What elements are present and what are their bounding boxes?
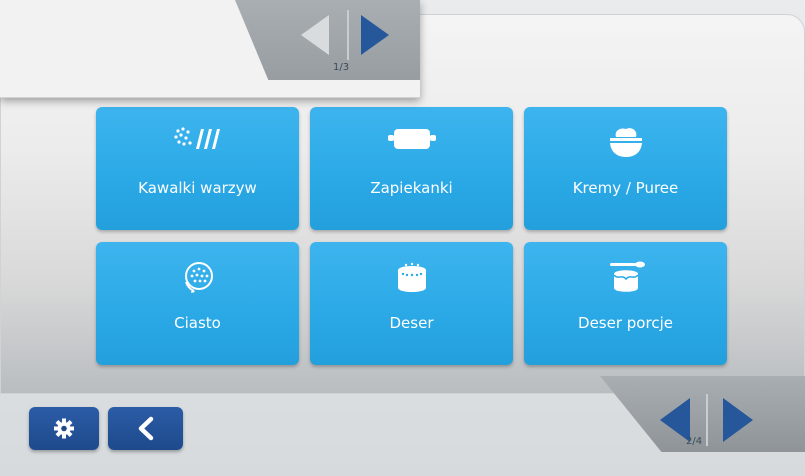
tile-label: Deser porcje xyxy=(578,314,673,332)
page-indicator: 2/4 xyxy=(686,436,703,447)
tile-kremy-puree[interactable]: Kremy / Puree xyxy=(524,107,727,230)
overlay-pager-divider xyxy=(347,10,349,60)
next-page-arrow-icon[interactable] xyxy=(723,398,753,442)
tile-zapiekanki[interactable]: Zapiekanki xyxy=(310,107,513,230)
dessert-portion-icon xyxy=(524,258,727,298)
vegetable-pieces-icon xyxy=(96,123,299,163)
tile-label: Kremy / Puree xyxy=(572,179,679,197)
category-grid: Kawalki warzyw Zapiekanki Kremy / Puree xyxy=(96,107,727,365)
back-chevron-icon xyxy=(138,416,154,441)
overlay-next-arrow-icon[interactable] xyxy=(361,15,389,55)
tile-deser[interactable]: Deser xyxy=(310,242,513,365)
tile-deser-porcje[interactable]: Deser porcje xyxy=(524,242,727,365)
settings-button[interactable] xyxy=(29,407,99,450)
page-navigator: 2/4 xyxy=(600,376,805,452)
cream-bowl-icon xyxy=(524,123,727,163)
gear-icon xyxy=(54,418,74,439)
tile-label: Kawalki warzyw xyxy=(138,179,257,197)
casserole-dish-icon xyxy=(310,123,513,163)
overlay-page-indicator: 1/3 xyxy=(333,62,350,73)
cake-slice-icon xyxy=(96,258,299,298)
tile-kawalki-warzyw[interactable]: Kawalki warzyw xyxy=(96,107,299,230)
pager-divider xyxy=(706,394,708,446)
tile-label: Deser xyxy=(389,314,434,332)
back-button[interactable] xyxy=(108,407,183,450)
overlay-previous-arrow-icon[interactable] xyxy=(301,15,329,55)
tile-ciasto[interactable]: Ciasto xyxy=(96,242,299,365)
dessert-cake-icon xyxy=(310,258,513,298)
tile-label: Ciasto xyxy=(174,314,221,332)
tile-label: Zapiekanki xyxy=(370,179,453,197)
overlay-divider xyxy=(0,97,420,98)
overlay-page-navigator: 1/3 xyxy=(235,0,420,80)
overlay-card: 1/3 xyxy=(0,0,420,98)
